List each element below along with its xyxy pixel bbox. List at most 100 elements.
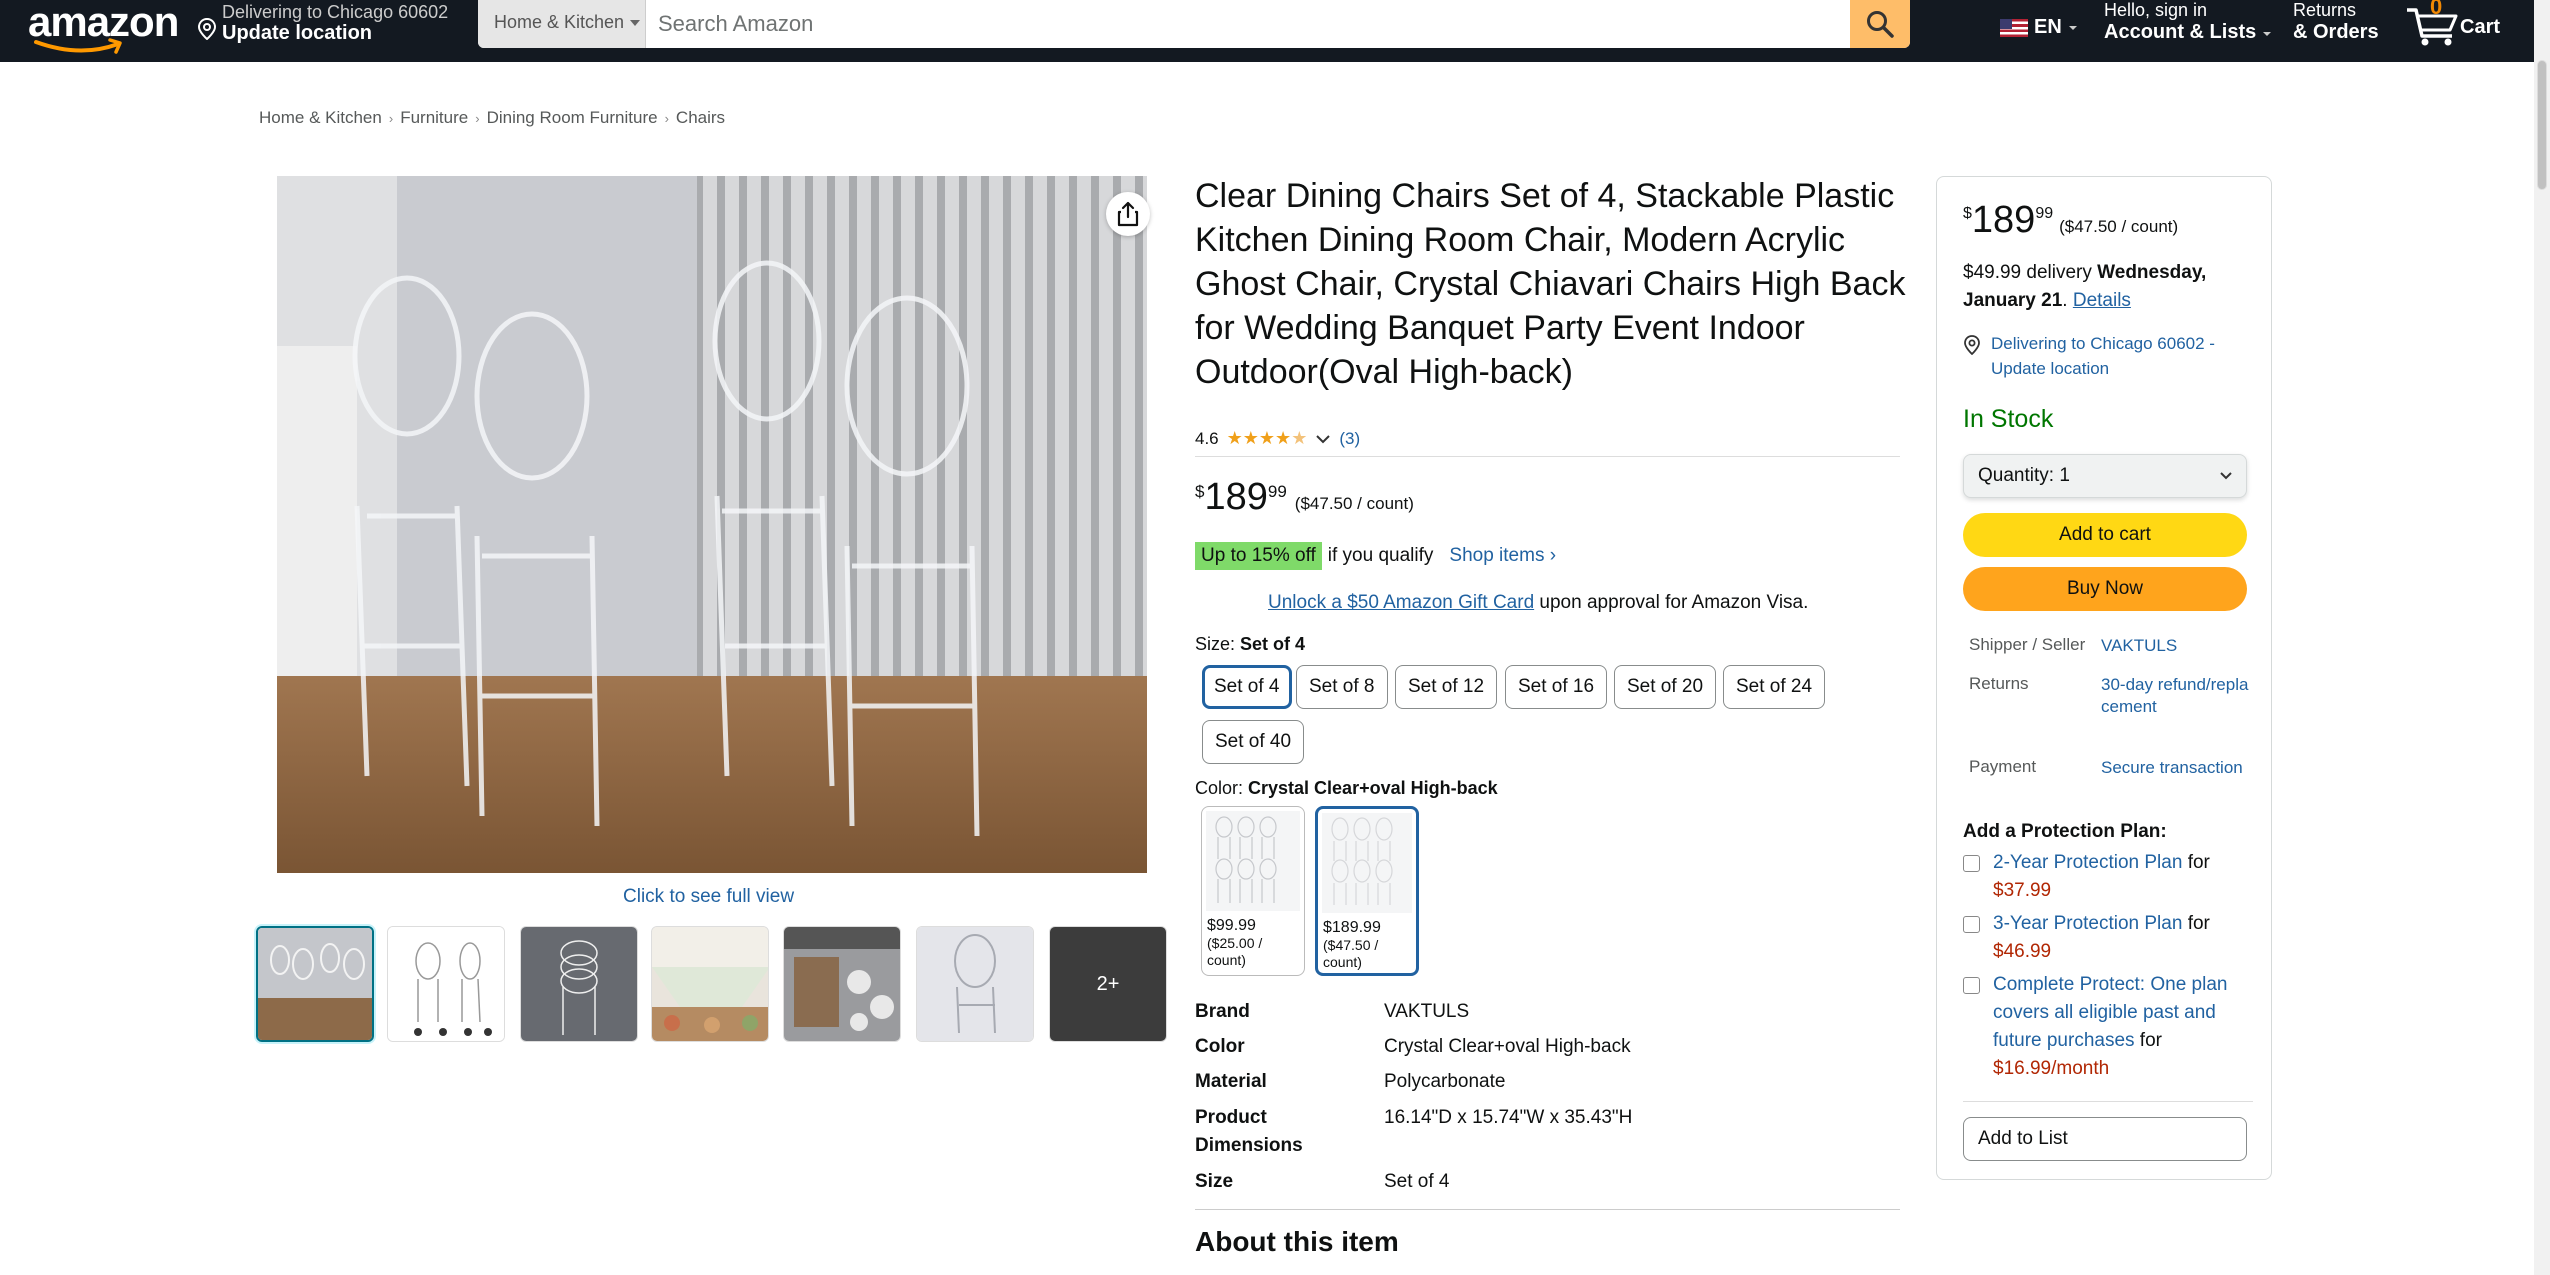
shop-items-link[interactable]: Shop items › xyxy=(1449,545,1556,567)
price-per-unit: ($47.50 / count) xyxy=(1294,494,1414,513)
returns-link[interactable]: 30-day refund/replacement xyxy=(2101,674,2251,718)
quantity-label: Quantity: 1 xyxy=(1978,465,2070,486)
returns-orders[interactable]: Returns & Orders xyxy=(2293,0,2379,44)
swatch-image xyxy=(1206,811,1300,911)
search-button[interactable] xyxy=(1850,0,1910,48)
secure-transaction-link[interactable]: Secure transaction xyxy=(2101,757,2251,779)
caret-down-icon xyxy=(630,20,641,27)
cart-button[interactable]: 0 Cart xyxy=(2404,0,2514,50)
color-swatch[interactable]: $99.99 ($25.00 / count) xyxy=(1201,806,1305,976)
size-option[interactable]: Set of 4 xyxy=(1202,665,1292,709)
amazon-logo[interactable]: amazon xyxy=(28,0,179,54)
promo-badge: Up to 15% off xyxy=(1195,542,1322,570)
buy-box: $18999 ($47.50 / count) $49.99 delivery W… xyxy=(1936,176,2272,1180)
rating-count-link[interactable]: (3) xyxy=(1339,429,1360,449)
divider xyxy=(1963,1101,2253,1102)
about-heading: About this item xyxy=(1195,1226,1399,1257)
quantity-select[interactable]: Quantity: 1 xyxy=(1963,454,2247,498)
swatch-chairs-image xyxy=(1331,817,1393,905)
protection-plan-option: 2-Year Protection Plan for $37.99 xyxy=(1963,849,2259,905)
giftcard-link[interactable]: Unlock a $50 Amazon Gift Card xyxy=(1268,592,1534,613)
protection-plan-checkbox[interactable] xyxy=(1963,916,1980,933)
chevron-down-icon[interactable] xyxy=(1315,434,1331,444)
delivery-location-text: Delivering to Chicago 60602 - Update loc… xyxy=(1991,334,2215,378)
protection-plan-link[interactable]: 3-Year Protection Plan xyxy=(1993,913,2182,934)
seller-link[interactable]: VAKTULS xyxy=(2101,635,2251,657)
thumbnail[interactable] xyxy=(916,926,1034,1042)
thumbnail-image xyxy=(652,927,768,1041)
delivery-details-link[interactable]: Details xyxy=(2073,290,2131,311)
chevron-down-icon xyxy=(2220,472,2232,480)
giftcard-offer: Unlock a $50 Amazon Gift Card upon appro… xyxy=(1268,592,1808,614)
delivery-location[interactable]: Delivering to Chicago 60602 - Update loc… xyxy=(1963,331,2253,381)
breadcrumb-item[interactable]: Dining Room Furniture xyxy=(487,108,658,127)
thumbnail[interactable] xyxy=(651,926,769,1042)
rating-value: 4.6 xyxy=(1195,428,1219,448)
price-fraction: 99 xyxy=(2035,205,2054,222)
stock-status: In Stock xyxy=(1963,405,2054,433)
thumbnail-image xyxy=(784,927,900,1041)
star-rating-icon[interactable]: ★★★★★ xyxy=(1227,428,1308,449)
size-option[interactable]: Set of 24 xyxy=(1723,665,1826,709)
spec-value: Polycarbonate xyxy=(1384,1071,1506,1092)
plan-price: $46.99 xyxy=(1993,941,2052,962)
us-flag-icon xyxy=(2000,18,2028,37)
size-option[interactable]: Set of 20 xyxy=(1614,665,1717,709)
price-whole: 189 xyxy=(1204,476,1268,518)
share-button[interactable] xyxy=(1106,192,1150,236)
size-option[interactable]: Set of 8 xyxy=(1296,665,1388,709)
product-title: Clear Dining Chairs Set of 4, Stackable … xyxy=(1195,177,1906,391)
spec-value: Set of 4 xyxy=(1384,1171,1450,1192)
divider xyxy=(1195,1209,1900,1210)
breadcrumb-item[interactable]: Chairs xyxy=(676,108,725,127)
breadcrumb-item[interactable]: Furniture xyxy=(400,108,468,127)
protection-plan-checkbox[interactable] xyxy=(1963,977,1980,994)
protection-plan-link[interactable]: Complete Protect: One plan covers all el… xyxy=(1993,974,2227,1051)
size-label: Size: Set of 4 xyxy=(1195,634,1305,655)
search-input[interactable] xyxy=(646,0,1852,48)
shipper-key: Shipper / Seller xyxy=(1969,635,2086,654)
returns-label: Returns xyxy=(2293,0,2357,20)
thumbnail[interactable] xyxy=(520,926,638,1042)
language-selector[interactable]: EN xyxy=(2000,16,2078,39)
search-category-select[interactable]: Home & Kitchen xyxy=(478,0,646,48)
thumbnail[interactable] xyxy=(256,926,374,1042)
thumbnail[interactable] xyxy=(783,926,901,1042)
main-product-image[interactable] xyxy=(277,176,1147,873)
add-to-list-button[interactable]: Add to List xyxy=(1963,1117,2247,1161)
protection-plan-link[interactable]: 2-Year Protection Plan xyxy=(1993,852,2182,873)
divider xyxy=(1195,456,1900,457)
swatch-unit-price: ($25.00 / count) xyxy=(1207,935,1263,968)
payment-key: Payment xyxy=(1969,757,2037,776)
page-scrollbar[interactable] xyxy=(2534,0,2550,1275)
color-label: Color: Crystal Clear+oval High-back xyxy=(1195,778,1498,799)
search-category-label: Home & Kitchen xyxy=(494,12,625,32)
location-pin-icon xyxy=(1964,335,1980,355)
spec-key: Color xyxy=(1195,1036,1245,1057)
spec-value: Crystal Clear+oval High-back xyxy=(1384,1036,1631,1057)
scrollbar-thumb[interactable] xyxy=(2537,60,2547,190)
account-menu[interactable]: Hello, sign in Account & Lists xyxy=(2104,0,2272,44)
account-label: Account & Lists xyxy=(2104,21,2257,43)
swatch-chairs-image xyxy=(1215,816,1277,903)
spec-value: VAKTULS xyxy=(1384,1001,1470,1022)
protection-plan-checkbox[interactable] xyxy=(1963,855,1980,872)
thumbnail-image xyxy=(388,927,504,1041)
size-option[interactable]: Set of 16 xyxy=(1505,665,1608,709)
more-images-button[interactable]: 2+ xyxy=(1049,926,1167,1042)
product-price: $18999 ($47.50 / count) xyxy=(1195,476,1414,519)
returns-key: Returns xyxy=(1969,674,2029,693)
swatch-unit-price: ($47.50 / count) xyxy=(1323,937,1379,970)
add-to-cart-button[interactable]: Add to cart xyxy=(1963,513,2247,557)
size-option[interactable]: Set of 12 xyxy=(1395,665,1498,709)
size-option[interactable]: Set of 40 xyxy=(1202,720,1305,764)
plan-price: $16.99/month xyxy=(1993,1058,2110,1079)
spec-key: Product Dimensions xyxy=(1195,1107,1303,1156)
full-view-link[interactable]: Click to see full view xyxy=(623,886,794,908)
thumbnail[interactable] xyxy=(387,926,505,1042)
color-swatch[interactable]: $189.99 ($47.50 / count) xyxy=(1315,806,1419,976)
breadcrumb-item[interactable]: Home & Kitchen xyxy=(259,108,382,127)
buy-now-button[interactable]: Buy Now xyxy=(1963,567,2247,611)
protection-plan-option: Complete Protect: One plan covers all el… xyxy=(1963,971,2259,1083)
account-greeting: Hello, sign in xyxy=(2104,0,2208,20)
